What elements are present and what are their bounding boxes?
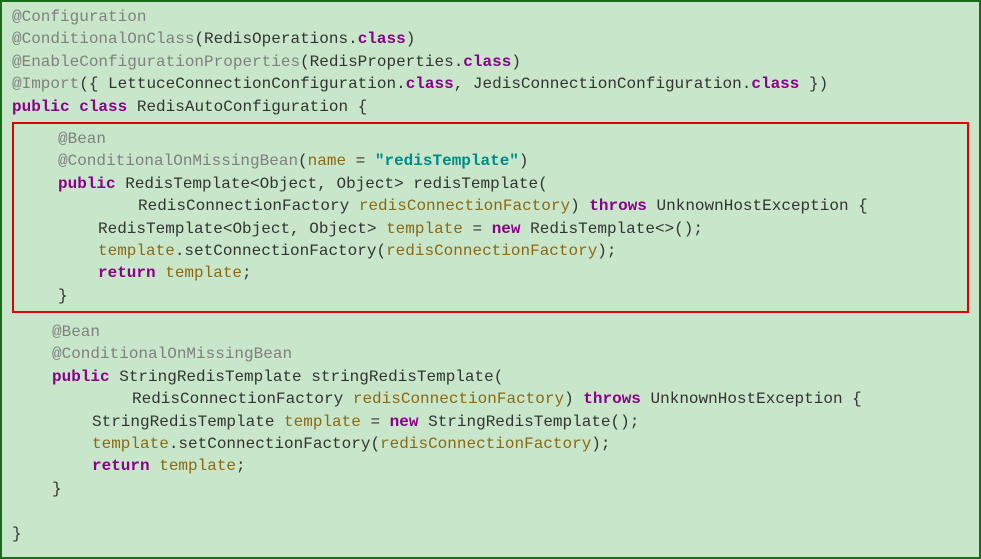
line-close-method-1: } [18, 285, 963, 307]
line-set-conn-1: template.setConnectionFactory(redisConne… [18, 240, 963, 262]
highlighted-method-block: @Bean @ConditionalOnMissingBean(name = "… [12, 122, 969, 313]
line-return-1: return template; [18, 262, 963, 284]
line-new-template-2: StringRedisTemplate template = new Strin… [12, 411, 969, 433]
line-annotation-configuration: @Configuration [12, 6, 969, 28]
line-method-param-2: RedisConnectionFactory redisConnectionFa… [12, 388, 969, 410]
line-blank [12, 500, 969, 522]
line-annotation-enable-config: @EnableConfigurationProperties(RedisProp… [12, 51, 969, 73]
line-class-decl: public class RedisAutoConfiguration { [12, 96, 969, 118]
line-method-sig-1: public RedisTemplate<Object, Object> red… [18, 173, 963, 195]
line-set-conn-2: template.setConnectionFactory(redisConne… [12, 433, 969, 455]
line-return-2: return template; [12, 455, 969, 477]
line-bean-2: @Bean [12, 321, 969, 343]
line-new-template-1: RedisTemplate<Object, Object> template =… [18, 218, 963, 240]
line-conditional-missing-2: @ConditionalOnMissingBean [12, 343, 969, 365]
line-close-method-2: } [12, 478, 969, 500]
line-annotation-conditional-class: @ConditionalOnClass(RedisOperations.clas… [12, 28, 969, 50]
line-close-class: } [12, 523, 969, 545]
line-bean-1: @Bean [18, 128, 963, 150]
line-annotation-import: @Import({ LettuceConnectionConfiguration… [12, 73, 969, 95]
line-method-sig-2: public StringRedisTemplate stringRedisTe… [12, 366, 969, 388]
line-conditional-missing-1: @ConditionalOnMissingBean(name = "redisT… [18, 150, 963, 172]
line-method-param-1: RedisConnectionFactory redisConnectionFa… [18, 195, 963, 217]
